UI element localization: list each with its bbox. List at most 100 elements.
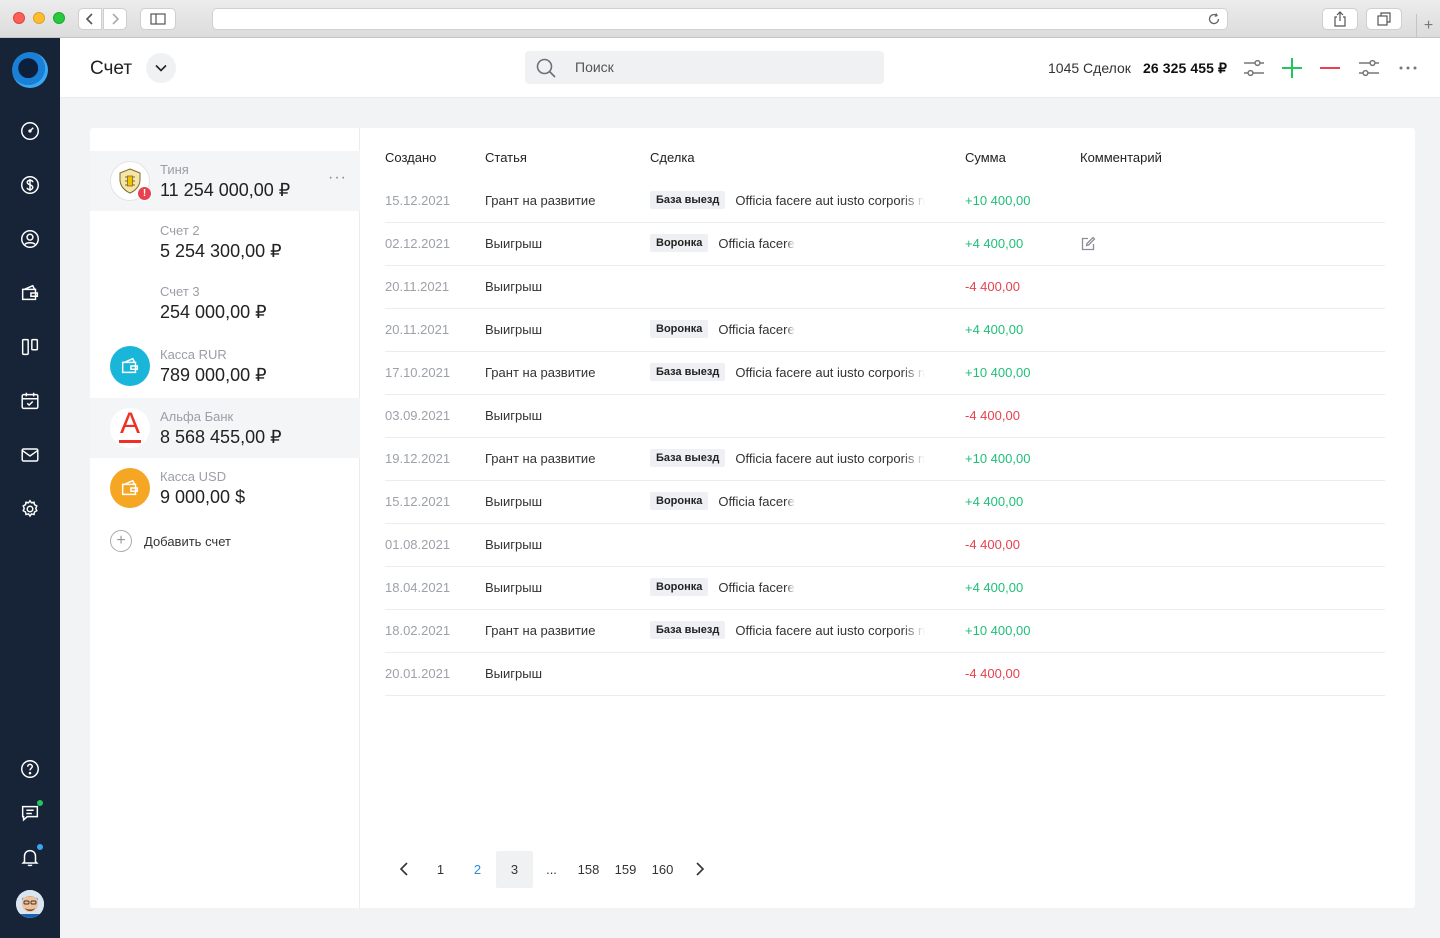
more-menu-button[interactable] bbox=[1396, 56, 1420, 80]
edit-icon[interactable] bbox=[1080, 236, 1096, 252]
maximize-window-button[interactable] bbox=[53, 12, 65, 24]
table-row[interactable]: 15.12.2021 Грант на развитие База выезд Off… bbox=[385, 180, 1385, 223]
account-alert-badge: ! bbox=[137, 186, 152, 201]
minimize-window-button[interactable] bbox=[33, 12, 45, 24]
nav-wallet[interactable] bbox=[18, 281, 42, 305]
nav-help[interactable] bbox=[18, 757, 42, 781]
table-row[interactable]: 02.12.2021 Выигрыш Воронка Officia facere +4… bbox=[385, 223, 1385, 266]
deals-count: 1045 Сделок bbox=[1048, 60, 1131, 76]
row-deal[interactable]: База выезд Officia facere aut iusto corpo… bbox=[650, 449, 925, 467]
row-article: Выигрыш bbox=[485, 494, 543, 509]
app-logo[interactable] bbox=[12, 52, 48, 88]
column-header-deal[interactable]: Сделка bbox=[650, 150, 695, 165]
unread-indicator bbox=[37, 800, 43, 806]
back-button[interactable] bbox=[78, 8, 102, 30]
filter-expense-button[interactable] bbox=[1357, 56, 1381, 80]
deal-name: Officia facere aut iusto corporis n bbox=[735, 192, 926, 208]
add-account-label: Добавить счет bbox=[144, 533, 231, 549]
search-box[interactable] bbox=[525, 51, 884, 84]
reload-icon[interactable] bbox=[1207, 12, 1221, 26]
row-deal[interactable]: Воронка Officia facere bbox=[650, 578, 795, 596]
nav-boards[interactable] bbox=[18, 335, 42, 359]
table-row[interactable]: 20.11.2021 Выигрыш Воронка Officia facere +4… bbox=[385, 309, 1385, 352]
account-item-schet-2[interactable]: Счет 2 5 254 300,00 ₽ bbox=[90, 212, 360, 272]
row-article: Грант на развитие bbox=[485, 193, 596, 208]
table-row[interactable]: 18.04.2021 Выигрыш Воронка Officia facere +4… bbox=[385, 567, 1385, 610]
row-deal[interactable]: Воронка Officia facere bbox=[650, 320, 795, 338]
accounts-panel: ! Тиня 11 254 000,00 ₽ ··· Счет 2 5 254 … bbox=[90, 128, 360, 908]
table-row[interactable]: 19.12.2021 Грант на развитие База выезд Off… bbox=[385, 438, 1385, 481]
chevron-left-icon bbox=[85, 13, 93, 25]
table-row[interactable]: 18.02.2021 Грант на развитие База выезд Off… bbox=[385, 610, 1385, 653]
sidebar-icon bbox=[150, 13, 166, 25]
row-date: 17.10.2021 bbox=[385, 365, 451, 380]
prev-page-button[interactable] bbox=[385, 851, 422, 888]
table-row[interactable]: 20.11.2021 Выигрыш -4 400,00 bbox=[385, 266, 1385, 309]
table-row[interactable]: 20.01.2021 Выигрыш -4 400,00 bbox=[385, 653, 1385, 696]
nav-mail[interactable] bbox=[18, 443, 42, 467]
nav-dashboard[interactable] bbox=[18, 119, 42, 143]
address-bar[interactable] bbox=[212, 8, 1228, 30]
nav-calendar[interactable] bbox=[18, 389, 42, 413]
column-header-sum[interactable]: Сумма bbox=[965, 150, 1006, 165]
page-button[interactable]: 160 bbox=[644, 851, 681, 888]
account-item-kassa-usd[interactable]: Касса USD 9 000,00 $ bbox=[90, 458, 360, 518]
column-header-article[interactable]: Статья bbox=[485, 150, 527, 165]
nav-notifications[interactable] bbox=[18, 844, 43, 869]
sidebar-toggle-button[interactable] bbox=[140, 8, 176, 30]
add-account-button[interactable]: + Добавить счет bbox=[110, 530, 231, 552]
nav-finance[interactable] bbox=[18, 173, 42, 197]
page-button[interactable]: 1 bbox=[422, 851, 459, 888]
column-header-comment[interactable]: Комментарий bbox=[1080, 150, 1162, 165]
row-article: Грант на развитие bbox=[485, 451, 596, 466]
row-deal[interactable]: База выезд Officia facere aut iusto corpo… bbox=[650, 191, 925, 209]
tabs-overview-button[interactable] bbox=[1366, 8, 1402, 30]
table-row[interactable]: 15.12.2021 Выигрыш Воронка Officia facere +4… bbox=[385, 481, 1385, 524]
page-button[interactable]: 158 bbox=[570, 851, 607, 888]
add-expense-button[interactable] bbox=[1318, 56, 1342, 80]
title-dropdown-button[interactable] bbox=[146, 53, 176, 83]
avatar[interactable] bbox=[16, 890, 44, 918]
row-deal[interactable]: Воронка Officia facere bbox=[650, 234, 795, 252]
table-row[interactable]: 17.10.2021 Грант на развитие База выезд Off… bbox=[385, 352, 1385, 395]
deal-tag: Воронка bbox=[650, 492, 709, 510]
nav-settings[interactable] bbox=[18, 497, 42, 521]
filter-income-button[interactable] bbox=[1242, 56, 1266, 80]
account-item-alfa-bank[interactable]: A Альфа Банк 8 568 455,00 ₽ bbox=[90, 398, 360, 458]
page-button[interactable]: 159 bbox=[607, 851, 644, 888]
page-button[interactable]: 2 bbox=[459, 851, 496, 888]
table-row[interactable]: 01.08.2021 Выигрыш -4 400,00 bbox=[385, 524, 1385, 567]
share-button[interactable] bbox=[1322, 8, 1358, 30]
add-income-button[interactable] bbox=[1280, 56, 1304, 80]
page-button-current[interactable]: 3 bbox=[496, 850, 533, 888]
account-item-schet-3[interactable]: Счет 3 254 000,00 ₽ bbox=[90, 273, 360, 333]
deal-tag: База выезд bbox=[650, 363, 726, 381]
account-item-tinya[interactable]: ! Тиня 11 254 000,00 ₽ ··· bbox=[90, 151, 360, 211]
bank-crest-icon: ! bbox=[110, 161, 152, 201]
account-name: Альфа Банк bbox=[160, 409, 234, 424]
row-sum: -4 400,00 bbox=[965, 279, 1020, 294]
account-name: Касса RUR bbox=[160, 347, 227, 362]
row-deal[interactable]: Воронка Officia facere bbox=[650, 492, 795, 510]
account-balance: 5 254 300,00 ₽ bbox=[160, 241, 282, 261]
account-balance: 789 000,00 ₽ bbox=[160, 365, 267, 385]
row-date: 18.02.2021 bbox=[385, 623, 451, 638]
close-window-button[interactable] bbox=[13, 12, 25, 24]
columns-icon bbox=[21, 338, 39, 356]
account-more-button[interactable]: ··· bbox=[328, 169, 347, 187]
next-page-button[interactable] bbox=[681, 851, 718, 888]
table-row[interactable]: 03.09.2021 Выигрыш -4 400,00 bbox=[385, 395, 1385, 438]
row-deal[interactable]: База выезд Officia facere aut iusto corpo… bbox=[650, 621, 925, 639]
column-header-created[interactable]: Создано bbox=[385, 150, 436, 165]
row-sum: +4 400,00 bbox=[965, 494, 1024, 509]
row-deal[interactable]: База выезд Officia facere aut iusto corpo… bbox=[650, 363, 925, 381]
deal-tag: База выезд bbox=[650, 449, 726, 467]
account-item-kassa-rur[interactable]: Касса RUR 789 000,00 ₽ bbox=[90, 336, 360, 396]
forward-button[interactable] bbox=[103, 8, 127, 30]
new-tab-button[interactable]: + bbox=[1416, 14, 1440, 38]
nav-contacts[interactable] bbox=[18, 227, 42, 251]
wallet-icon bbox=[110, 346, 150, 386]
search-input[interactable] bbox=[575, 59, 865, 75]
nav-chat[interactable] bbox=[18, 800, 43, 825]
main-navigation bbox=[0, 38, 60, 938]
